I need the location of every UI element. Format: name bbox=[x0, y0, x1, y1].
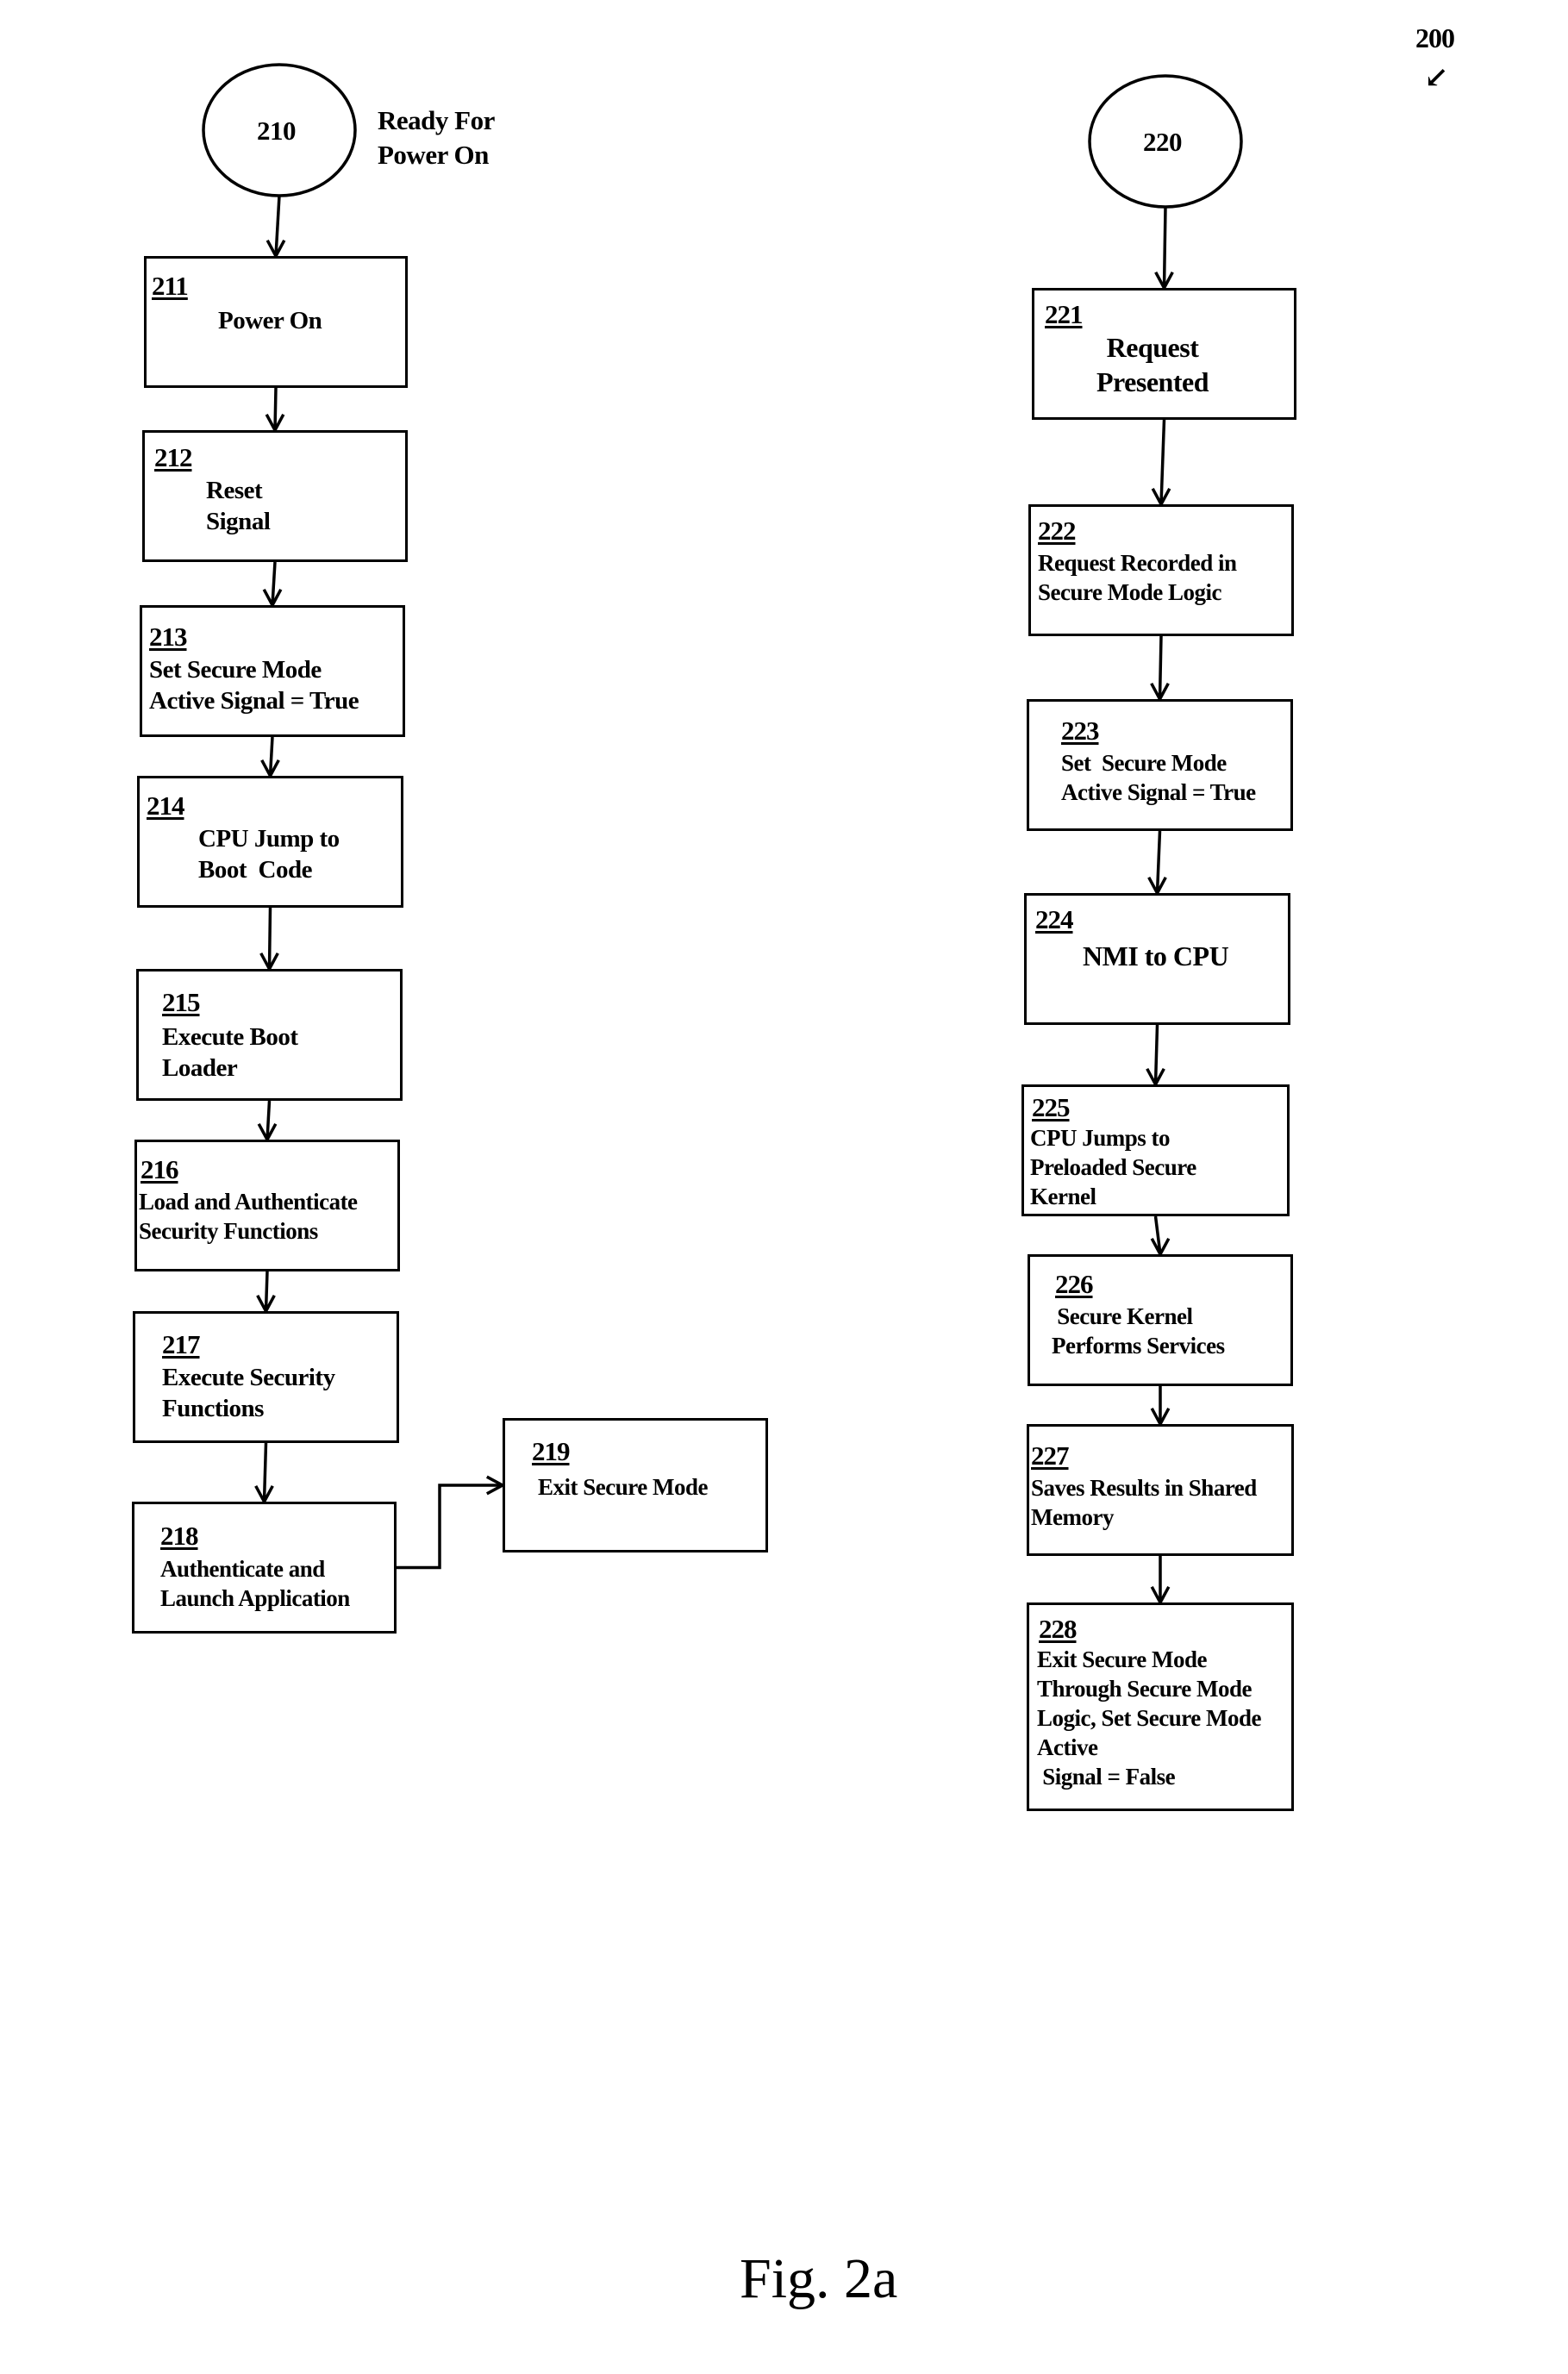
step-212-text: Reset Signal bbox=[206, 477, 271, 535]
step-221: 221 Request Presented bbox=[1032, 288, 1296, 420]
step-218: 218 Authenticate and Launch Application bbox=[132, 1502, 397, 1634]
step-223: 223 Set Secure Mode Active Signal = True bbox=[1027, 699, 1293, 831]
step-216-text: Load and Authenticate Security Functions bbox=[139, 1189, 358, 1244]
step-224-text: NMI to CPU bbox=[1083, 940, 1229, 971]
connector-217-to-218 bbox=[262, 1442, 268, 1502]
step-225-id: 225 bbox=[1032, 1092, 1070, 1122]
step-223-text: Set Secure Mode Active Signal = True bbox=[1061, 750, 1256, 805]
step-226: 226 Secure Kernel Performs Services bbox=[1028, 1254, 1293, 1386]
step-225-text: CPU Jumps to Preloaded Secure Kernel bbox=[1030, 1125, 1196, 1209]
step-221-text: Request Presented bbox=[1096, 332, 1209, 397]
connector-221-to-222 bbox=[1159, 419, 1166, 505]
step-227-id: 227 bbox=[1031, 1440, 1069, 1471]
step-218-text: Authenticate and Launch Application bbox=[160, 1556, 350, 1611]
step-218-id: 218 bbox=[160, 1521, 198, 1551]
start-node-210-description: Ready For Power On bbox=[378, 105, 495, 170]
step-214-text: CPU Jump to Boot Code bbox=[198, 825, 340, 884]
step-215: 215 Execute Boot Loader bbox=[136, 969, 403, 1101]
step-217: 217 Execute Security Functions bbox=[133, 1311, 399, 1443]
step-211-text: Power On bbox=[218, 307, 322, 334]
step-212-id: 212 bbox=[154, 442, 192, 472]
step-226-id: 226 bbox=[1055, 1269, 1093, 1299]
connector-216-to-217 bbox=[264, 1271, 269, 1312]
connector-222-to-223 bbox=[1158, 635, 1163, 700]
step-216: 216 Load and Authenticate Security Funct… bbox=[134, 1140, 400, 1271]
connector-210-to-211 bbox=[274, 195, 281, 257]
step-224: 224 NMI to CPU bbox=[1024, 893, 1290, 1025]
connector-224-to-225 bbox=[1153, 1024, 1159, 1085]
step-219-id: 219 bbox=[532, 1436, 570, 1466]
start-node-210-id: 210 bbox=[257, 116, 297, 146]
step-224-id: 224 bbox=[1035, 904, 1073, 934]
step-214-id: 214 bbox=[147, 790, 184, 821]
connector-214-to-215 bbox=[267, 907, 272, 970]
step-215-id: 215 bbox=[162, 987, 200, 1017]
step-213: 213 Set Secure Mode Active Signal = True bbox=[140, 605, 405, 737]
start-node-220-id: 220 bbox=[1143, 127, 1183, 157]
step-227: 227 Saves Results in Shared Memory bbox=[1027, 1424, 1294, 1556]
figure-reference-number: 200 bbox=[1415, 22, 1455, 53]
step-221-id: 221 bbox=[1045, 299, 1083, 329]
connector-223-to-224 bbox=[1155, 830, 1162, 894]
connector-220-to-221 bbox=[1162, 206, 1167, 289]
step-222-id: 222 bbox=[1038, 515, 1076, 546]
connector-211-to-212 bbox=[273, 387, 278, 431]
step-211-id: 211 bbox=[152, 271, 189, 301]
step-228: 228 Exit Secure Mode Through Secure Mode… bbox=[1027, 1602, 1294, 1811]
step-228-text: Exit Secure Mode Through Secure Mode Log… bbox=[1037, 1646, 1261, 1790]
step-222-text: Request Recorded in Secure Mode Logic bbox=[1038, 550, 1237, 605]
step-212: 212 Reset Signal bbox=[142, 430, 408, 562]
step-213-id: 213 bbox=[149, 622, 187, 652]
step-219-text: Exit Secure Mode bbox=[538, 1474, 708, 1500]
step-227-text: Saves Results in Shared Memory bbox=[1031, 1475, 1257, 1530]
connector-218-to-219 bbox=[397, 1484, 503, 1570]
step-226-text: Secure Kernel Performs Services bbox=[1052, 1303, 1225, 1359]
figure-caption: Fig. 2a bbox=[740, 2247, 898, 2310]
step-214: 214 CPU Jump to Boot Code bbox=[137, 776, 403, 908]
step-217-id: 217 bbox=[162, 1329, 200, 1359]
step-223-id: 223 bbox=[1061, 715, 1099, 746]
step-228-id: 228 bbox=[1039, 1614, 1077, 1644]
step-219: 219 Exit Secure Mode bbox=[503, 1418, 768, 1552]
step-211: 211 Power On bbox=[144, 256, 408, 388]
step-213-text: Set Secure Mode Active Signal = True bbox=[149, 656, 359, 715]
arrow-down-left-icon: ↙ bbox=[1424, 62, 1449, 94]
step-222: 222 Request Recorded in Secure Mode Logi… bbox=[1028, 504, 1294, 636]
step-217-text: Execute Security Functions bbox=[162, 1364, 335, 1422]
step-215-text: Execute Boot Loader bbox=[162, 1023, 298, 1082]
step-216-id: 216 bbox=[141, 1154, 178, 1184]
step-225: 225 CPU Jumps to Preloaded Secure Kernel bbox=[1021, 1084, 1290, 1216]
